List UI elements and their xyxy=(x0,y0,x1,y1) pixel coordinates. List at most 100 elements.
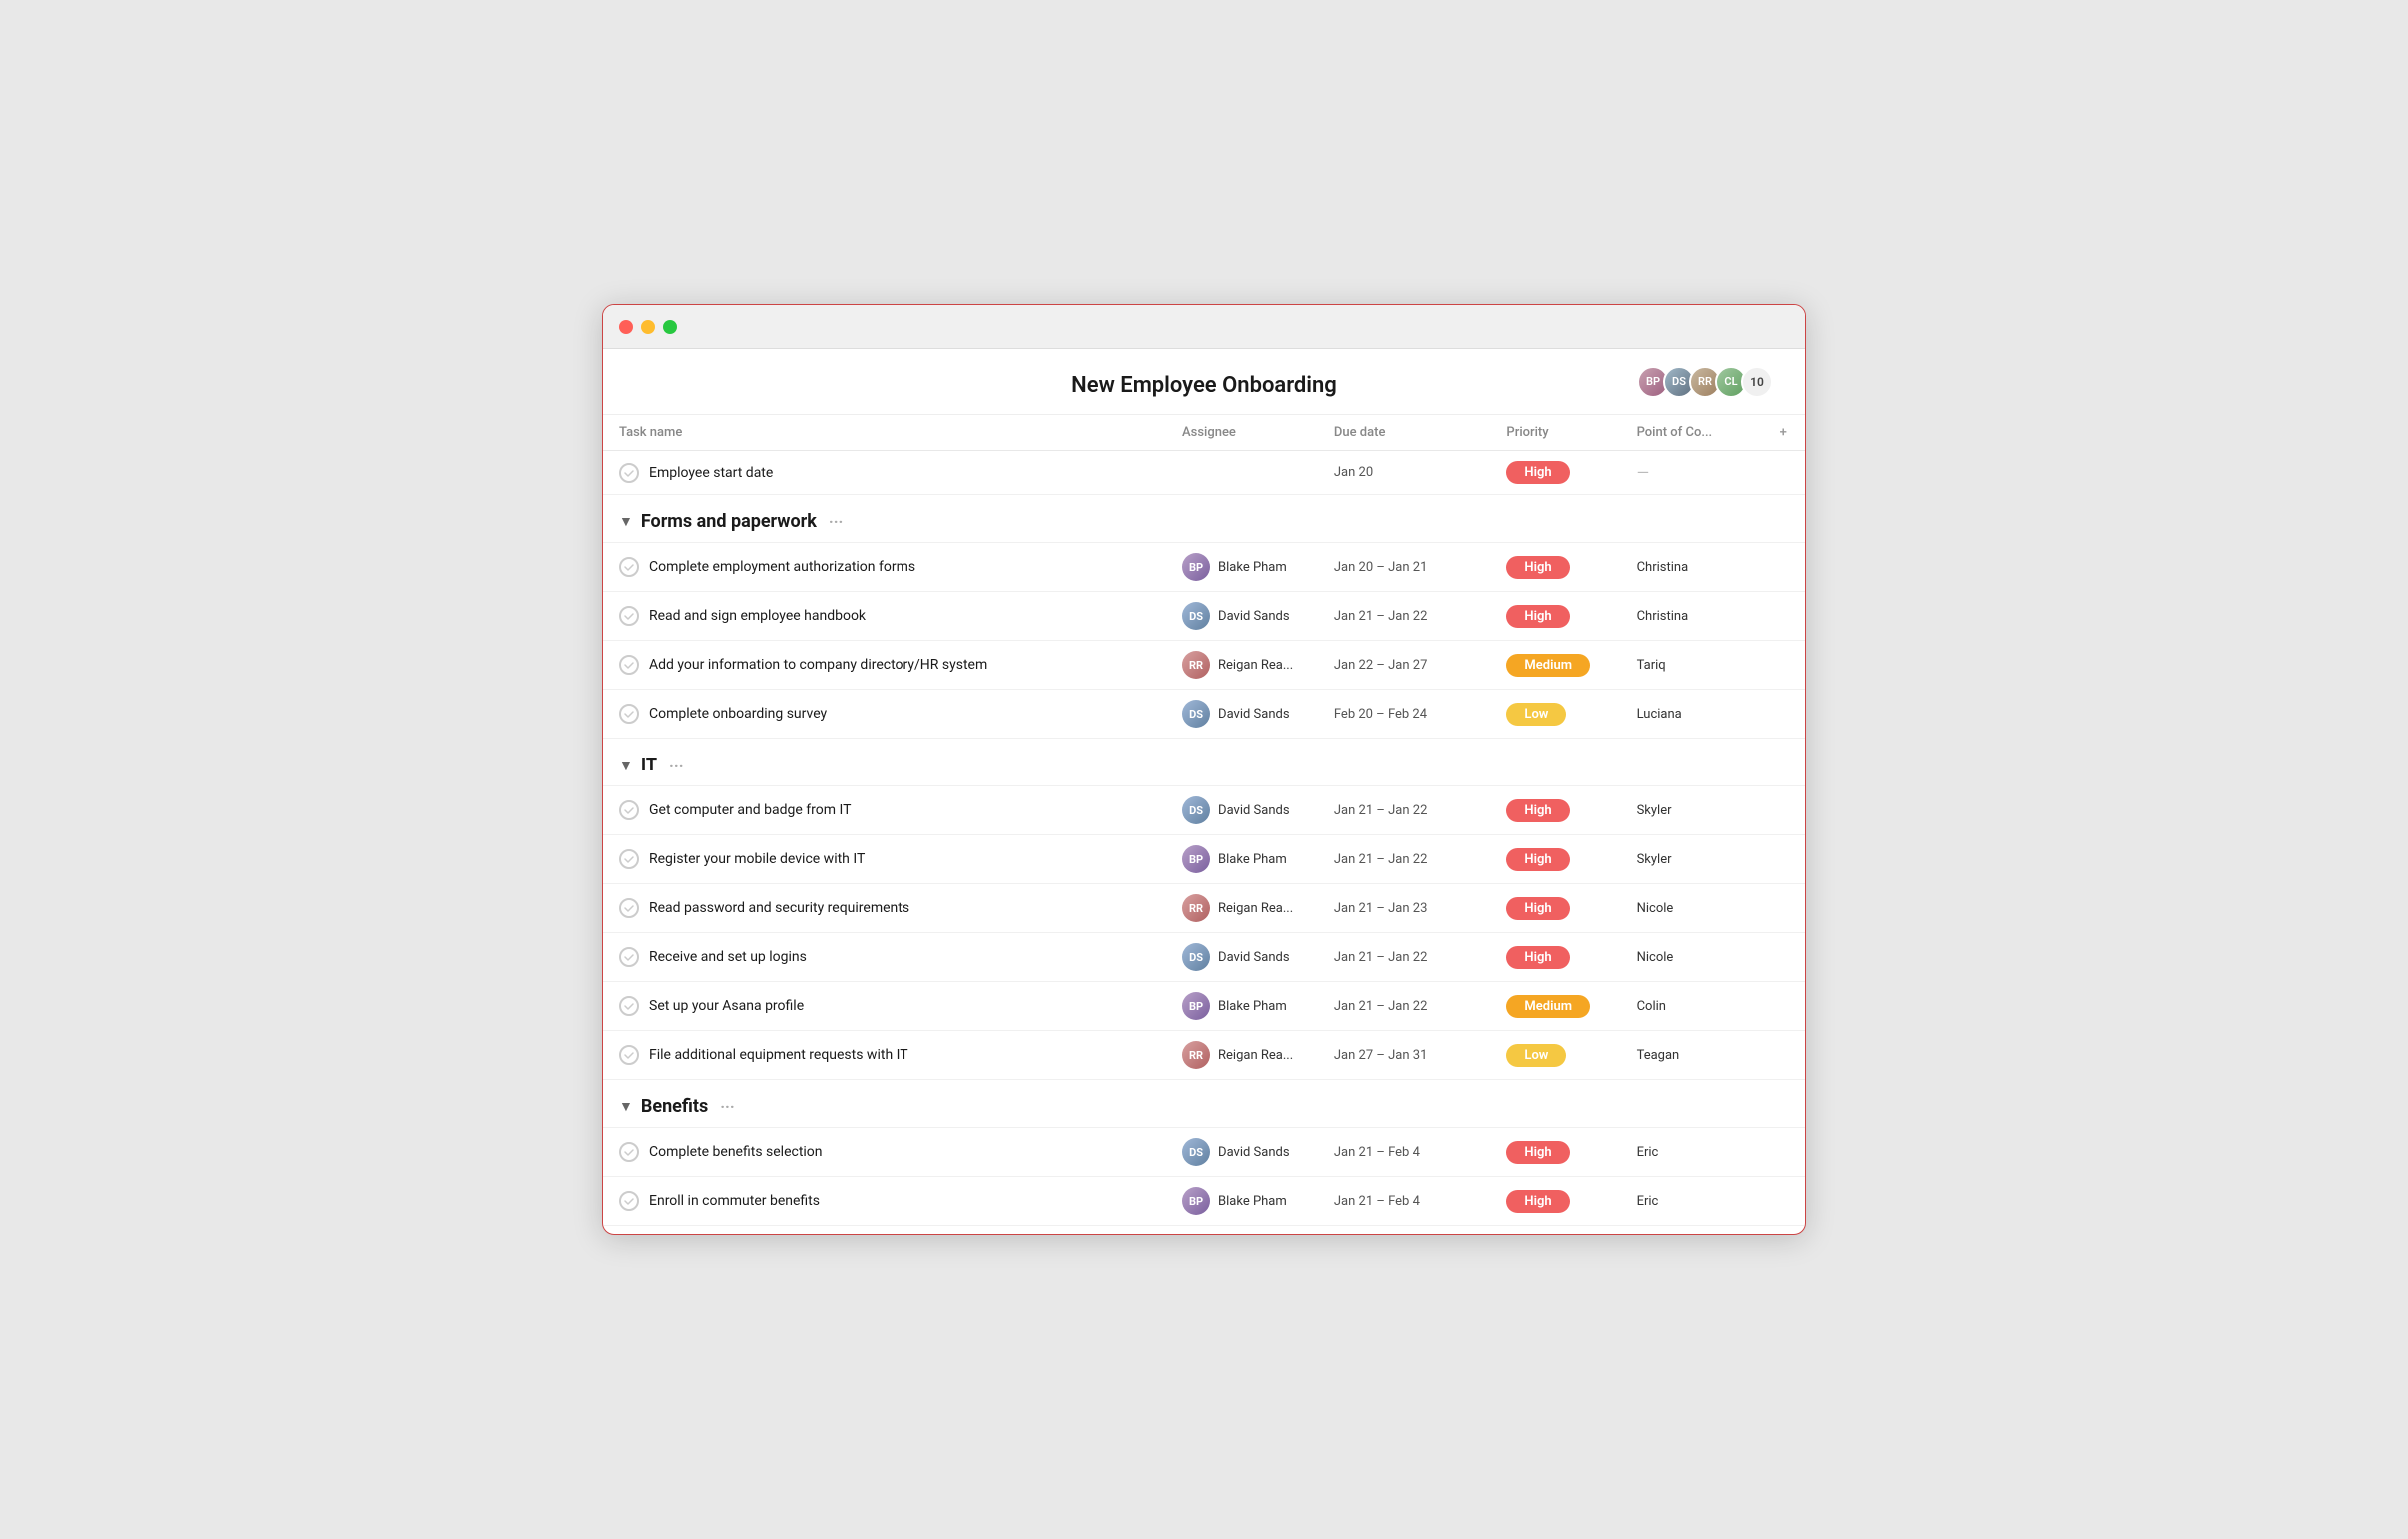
close-button[interactable] xyxy=(619,320,633,334)
assignee-cell: DS David Sands xyxy=(1182,1138,1302,1166)
complete-icon[interactable] xyxy=(619,1191,639,1211)
table-header-row: Task name Assignee Due date Priority Poi… xyxy=(603,415,1805,451)
empty-col xyxy=(1762,982,1805,1031)
task-name: Employee start date xyxy=(649,465,773,481)
assignee-name: Blake Pham xyxy=(1218,1194,1287,1209)
poc-cell: Christina xyxy=(1621,592,1762,641)
complete-icon[interactable] xyxy=(619,947,639,967)
priority-badge: High xyxy=(1506,897,1569,920)
table-row[interactable]: Read and sign employee handbook DS David… xyxy=(603,592,1805,641)
task-cell: Employee start date xyxy=(619,463,1150,483)
empty-col xyxy=(1762,1031,1805,1080)
complete-icon[interactable] xyxy=(619,1142,639,1162)
complete-icon[interactable] xyxy=(619,463,639,483)
table-row[interactable]: File additional equipment requests with … xyxy=(603,1031,1805,1080)
section-header: ▼ Benefits ··· xyxy=(619,1096,1789,1117)
task-name: Add your information to company director… xyxy=(649,657,987,673)
assignee-cell: DS David Sands xyxy=(1182,602,1302,630)
due-date-cell: Jan 20 xyxy=(1318,451,1492,495)
priority-cell: High xyxy=(1491,884,1620,933)
check-svg xyxy=(623,853,635,865)
complete-icon[interactable] xyxy=(619,1045,639,1065)
due-date-cell: Jan 22 – Jan 27 xyxy=(1318,641,1492,690)
assignee-cell: RR Reigan Rea... xyxy=(1182,1041,1302,1069)
task-name: Set up your Asana profile xyxy=(649,998,804,1014)
table-row[interactable]: Enroll in commuter benefits BP Blake Pha… xyxy=(603,1177,1805,1226)
table-row[interactable]: Set up your Asana profile BP Blake Pham … xyxy=(603,982,1805,1031)
minimize-button[interactable] xyxy=(641,320,655,334)
task-cell: Receive and set up logins xyxy=(619,947,1150,967)
task-name: Complete employment authorization forms xyxy=(649,559,915,575)
table-row[interactable]: Employee start date Jan 20High— xyxy=(603,451,1805,495)
check-svg xyxy=(623,610,635,622)
task-name: Get computer and badge from IT xyxy=(649,802,851,818)
priority-cell: High xyxy=(1491,451,1620,495)
priority-badge: Medium xyxy=(1506,995,1590,1018)
poc-cell: Eric xyxy=(1621,1128,1762,1177)
assignee-avatar: DS xyxy=(1182,1138,1210,1166)
section-chevron-icon[interactable]: ▼ xyxy=(619,757,633,773)
assignee-name: David Sands xyxy=(1218,950,1290,965)
poc-cell: Teagan xyxy=(1621,1031,1762,1080)
assignee-avatar: BP xyxy=(1182,1187,1210,1215)
table-row[interactable]: Add your information to company director… xyxy=(603,641,1805,690)
due-date-cell: Jan 21 – Jan 23 xyxy=(1318,884,1492,933)
avatar-group: BP DS RR CL 10 xyxy=(1637,366,1773,398)
task-name: Complete onboarding survey xyxy=(649,706,827,722)
check-svg xyxy=(623,708,635,720)
complete-icon[interactable] xyxy=(619,655,639,675)
due-date-cell: Jan 21 – Jan 22 xyxy=(1318,592,1492,641)
section-menu-icon[interactable]: ··· xyxy=(829,512,843,531)
section-chevron-icon[interactable]: ▼ xyxy=(619,1098,633,1115)
complete-icon[interactable] xyxy=(619,996,639,1016)
complete-icon[interactable] xyxy=(619,557,639,577)
assignee-avatar: RR xyxy=(1182,651,1210,679)
section-menu-icon[interactable]: ··· xyxy=(720,1097,734,1116)
table-row[interactable]: Read password and security requirements … xyxy=(603,884,1805,933)
section-chevron-icon[interactable]: ▼ xyxy=(619,513,633,530)
check-svg xyxy=(623,1195,635,1207)
due-date-cell: Jan 21 – Feb 4 xyxy=(1318,1128,1492,1177)
task-name: Read and sign employee handbook xyxy=(649,608,866,624)
due-date-cell: Jan 20 – Jan 21 xyxy=(1318,543,1492,592)
priority-badge: Low xyxy=(1506,1044,1566,1067)
table-row[interactable]: Register your mobile device with IT BP B… xyxy=(603,835,1805,884)
assignee-avatar: BP xyxy=(1182,992,1210,1020)
page-title: New Employee Onboarding xyxy=(1071,373,1337,398)
section-menu-icon[interactable]: ··· xyxy=(669,756,683,774)
priority-badge: Medium xyxy=(1506,654,1590,677)
table-row[interactable]: Get computer and badge from IT DS David … xyxy=(603,786,1805,835)
poc-cell: Christina xyxy=(1621,1226,1762,1235)
add-column-button[interactable]: + xyxy=(1762,415,1805,451)
check-svg xyxy=(623,659,635,671)
table-row[interactable]: Explore additional benefits and perks BP… xyxy=(603,1226,1805,1235)
empty-col xyxy=(1762,543,1805,592)
table-row[interactable]: Receive and set up logins DS David Sands… xyxy=(603,933,1805,982)
priority-cell: Low xyxy=(1491,690,1620,739)
complete-icon[interactable] xyxy=(619,849,639,869)
task-name: Receive and set up logins xyxy=(649,949,807,965)
poc-cell: Nicole xyxy=(1621,884,1762,933)
table-row[interactable]: Complete employment authorization forms … xyxy=(603,543,1805,592)
complete-icon[interactable] xyxy=(619,704,639,724)
maximize-button[interactable] xyxy=(663,320,677,334)
table-row[interactable]: Complete benefits selection DS David San… xyxy=(603,1128,1805,1177)
poc-cell: Christina xyxy=(1621,543,1762,592)
complete-icon[interactable] xyxy=(619,606,639,626)
task-name: Enroll in commuter benefits xyxy=(649,1193,820,1209)
complete-icon[interactable] xyxy=(619,898,639,918)
priority-cell: Medium xyxy=(1491,641,1620,690)
check-svg xyxy=(623,1146,635,1158)
assignee-cell: BP Blake Pham xyxy=(1182,992,1302,1020)
titlebar xyxy=(603,305,1805,349)
poc-cell: Skyler xyxy=(1621,786,1762,835)
assignee-cell: DS David Sands xyxy=(1182,700,1302,728)
assignee-cell: RR Reigan Rea... xyxy=(1182,651,1302,679)
due-date-cell: Jan 21 – Jan 22 xyxy=(1318,933,1492,982)
assignee-cell: BP Blake Pham xyxy=(1182,1187,1302,1215)
check-svg xyxy=(623,1000,635,1012)
table-row[interactable]: Complete onboarding survey DS David Sand… xyxy=(603,690,1805,739)
priority-badge: High xyxy=(1506,1190,1569,1213)
priority-cell: High xyxy=(1491,1128,1620,1177)
complete-icon[interactable] xyxy=(619,800,639,820)
